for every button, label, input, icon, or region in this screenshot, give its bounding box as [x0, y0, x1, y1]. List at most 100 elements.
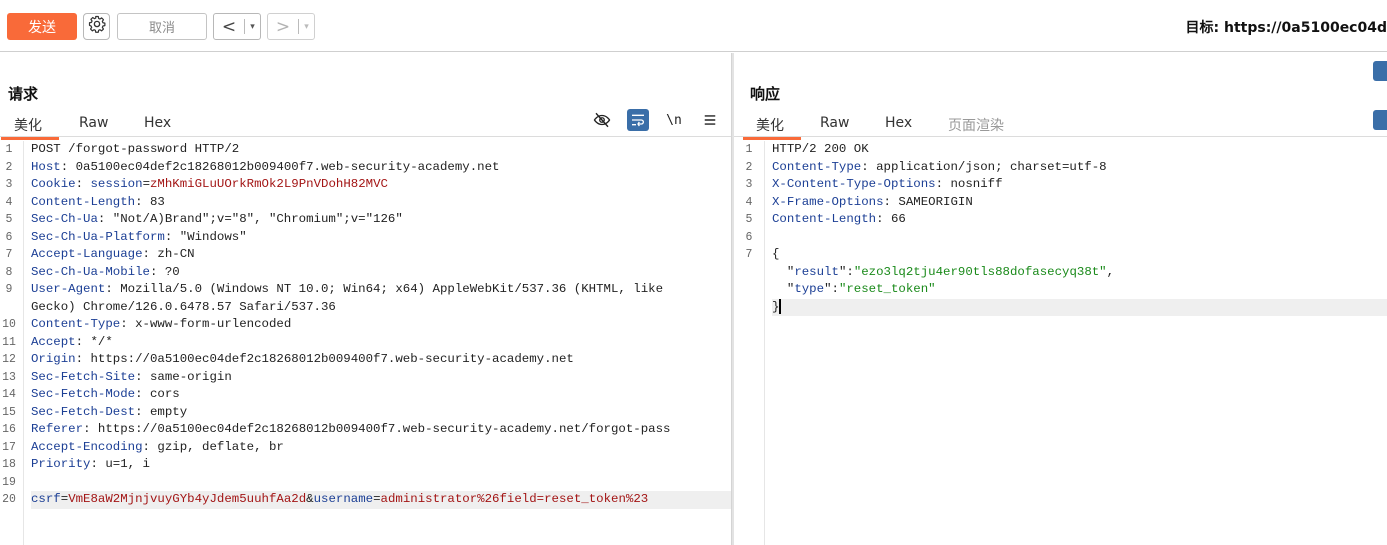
code-line[interactable]: 3 X-Content-Type-Options: nosniff: [746, 176, 1387, 194]
line-number: 1: [5, 143, 13, 156]
line-number: 14: [2, 388, 16, 401]
code-key: Accept-Language: [31, 247, 143, 261]
code-text: ": [772, 264, 795, 279]
code-line[interactable]: 6 Sec-Ch-Ua-Platform: "Windows": [6, 229, 731, 247]
code-line[interactable]: 5 Content-Length: 66: [746, 211, 1387, 229]
code-text: : https://0a5100ec04def2c18268012b009400…: [75, 352, 574, 366]
line-number: 19: [2, 475, 16, 489]
line-number: 16: [2, 423, 16, 436]
code-key: X-Content-Type-Options: [772, 177, 936, 191]
target-host[interactable]: 目标: https://0a5100ec04d: [1186, 17, 1387, 37]
line-number: 4: [745, 195, 753, 209]
code-key: Priority: [31, 457, 91, 471]
cancel-button[interactable]: 取消: [117, 13, 207, 40]
code-line[interactable]: 5 Sec-Ch-Ua: "Not/A)Brand";v="8", "Chromi…: [6, 211, 731, 229]
line-number: 11: [2, 335, 16, 349]
code-key: Sec-Ch-Ua-Mobile: [31, 264, 150, 279]
code-line[interactable]: 20 csrf = VmE8aW2MjnjvuyGYb4yJdem5uuhfAa2d&…: [2, 491, 731, 509]
send-button[interactable]: 发送: [7, 13, 77, 40]
line-number: 2: [5, 160, 13, 174]
code-line[interactable]: 13 Sec-Fetch-Site: same-origin: [2, 369, 731, 387]
eye-off-icon[interactable]: [591, 109, 613, 131]
code-text: : SAMEORIGIN: [883, 194, 973, 209]
newline-icon[interactable]: \n: [663, 109, 685, 131]
tab-raw[interactable]: Raw: [820, 115, 849, 131]
code-line[interactable]: "type":"reset_token": [772, 281, 1387, 299]
code-line[interactable]: 1 HTTP/2 200 OK: [746, 141, 1387, 159]
code-key: username: [313, 492, 374, 506]
wrap-icon[interactable]: [627, 109, 649, 131]
code-text: : same-origin: [135, 369, 232, 384]
response-editor[interactable]: 1 HTTP/2 200 OK 2 Content-Type: application…: [734, 141, 1387, 545]
code-text: : */*: [75, 334, 113, 349]
code-value: zMhKmiGLuUOrkRmOk2L9PnVDohH82MVC: [150, 177, 388, 191]
chevron-down-icon[interactable]: ▾: [299, 21, 314, 32]
code-line[interactable]: "result":"ezo3lq2tju4er90tls88dofasecyq3…: [772, 264, 1387, 282]
code-text: : application/json; charset=utf-8: [861, 159, 1107, 174]
code-text: : u=1, i: [90, 457, 151, 471]
code-line[interactable]: 2 Host: 0a5100ec04def2c18268012b009400f7.…: [6, 159, 731, 177]
code-key: Sec-Fetch-Site: [31, 369, 136, 384]
code-line[interactable]: 7{: [746, 246, 1387, 264]
code-value: VmE8aW2MjnjvuyGYb4yJdem5uuhfAa2d: [68, 492, 307, 506]
request-code[interactable]: 1 POST /forgot-password HTTP/2 2 Host: 0a51…: [2, 141, 731, 509]
code-line[interactable]: 10 Content-Type: x-www-form-urlencoded: [2, 316, 731, 334]
forward-button[interactable]: > ▾: [267, 13, 315, 40]
response-code[interactable]: 1 HTTP/2 200 OK 2 Content-Type: application…: [746, 141, 1387, 316]
request-editor[interactable]: 1 POST /forgot-password HTTP/2 2 Host: 0a51…: [0, 141, 731, 545]
code-line[interactable]: 16 Referer: https://0a5100ec04def2c182680…: [2, 421, 731, 439]
tab-render[interactable]: 页面渲染: [948, 115, 1004, 135]
line-number: 17: [2, 440, 16, 454]
line-number: 6: [745, 230, 753, 244]
code-line[interactable]: 6: [746, 229, 1387, 247]
code-text: : 0a5100ec04def2c18268012b009400f7.web-s…: [60, 159, 500, 174]
code-line[interactable]: 3 Cookie: session=zMhKmiGLuUOrkRmOk2L9PnV…: [6, 176, 731, 194]
code-line[interactable]: 7 Accept-Language: zh-CN: [6, 246, 731, 264]
request-editor-tools: \n: [591, 109, 721, 131]
code-line[interactable]: 4 Content-Length: 83: [6, 194, 731, 212]
tab-raw[interactable]: Raw: [79, 115, 108, 131]
code-line[interactable]: Gecko) Chrome/126.0.6478.57 Safari/537.3…: [31, 299, 731, 317]
menu-icon[interactable]: [699, 109, 721, 131]
line-number: 6: [5, 230, 13, 244]
code-key: type: [794, 282, 825, 296]
code-text: ": [772, 282, 795, 296]
code-line[interactable]: 18 Priority: u=1, i: [2, 456, 731, 474]
request-title: 请求: [8, 85, 39, 103]
code-line[interactable]: 19: [2, 474, 731, 492]
code-line[interactable]: 12 Origin: https://0a5100ec04def2c1826801…: [2, 351, 731, 369]
wrap-icon[interactable]: [1373, 110, 1387, 130]
line-number: 2: [745, 160, 753, 174]
code-text: : nosniff: [935, 177, 1003, 191]
code-text: : gzip, deflate, br: [142, 439, 284, 454]
code-line[interactable]: 17 Accept-Encoding: gzip, deflate, br: [2, 439, 731, 457]
code-line[interactable]: 14 Sec-Fetch-Mode: cors: [2, 386, 731, 404]
code-line[interactable]: 11 Accept: */*: [2, 334, 731, 352]
line-number: 18: [2, 458, 16, 471]
gear-icon: [88, 15, 106, 38]
code-line[interactable]: 9 User-Agent: Mozilla/5.0 (Windows NT 10.…: [6, 281, 731, 299]
response-panel: 响应 美化 Raw Hex 页面渲染 1 HTTP/2 200 OK 2 Conten…: [734, 53, 1387, 545]
code-line[interactable]: 8 Sec-Ch-Ua-Mobile: ?0: [6, 264, 731, 282]
tab-pretty[interactable]: 美化: [743, 115, 801, 140]
tab-hex[interactable]: Hex: [144, 115, 171, 131]
code-line[interactable]: 15 Sec-Fetch-Dest: empty: [2, 404, 731, 422]
code-text: ":: [838, 264, 854, 279]
line-number: 5: [5, 213, 13, 226]
settings-button[interactable]: [83, 13, 110, 40]
code-key: Accept: [31, 334, 76, 349]
code-line[interactable]: }: [772, 298, 1387, 316]
tab-pretty[interactable]: 美化: [1, 115, 59, 140]
code-line[interactable]: 1 POST /forgot-password HTTP/2: [6, 141, 731, 159]
code-line[interactable]: 2 Content-Type: application/json; charset…: [746, 159, 1387, 177]
code-key: Origin: [31, 352, 76, 366]
code-line[interactable]: 4 X-Frame-Options: SAMEORIGIN: [746, 194, 1387, 212]
code-text: : x-www-form-urlencoded: [120, 317, 292, 331]
back-button[interactable]: < ▾: [213, 13, 261, 40]
code-key: csrf: [31, 492, 61, 506]
layout-toggle-icon[interactable]: [1373, 61, 1387, 81]
code-text: : empty: [135, 404, 188, 419]
chevron-down-icon[interactable]: ▾: [245, 21, 260, 32]
code-value: administrator%26field=reset_token%23: [380, 492, 649, 506]
tab-hex[interactable]: Hex: [885, 115, 912, 131]
